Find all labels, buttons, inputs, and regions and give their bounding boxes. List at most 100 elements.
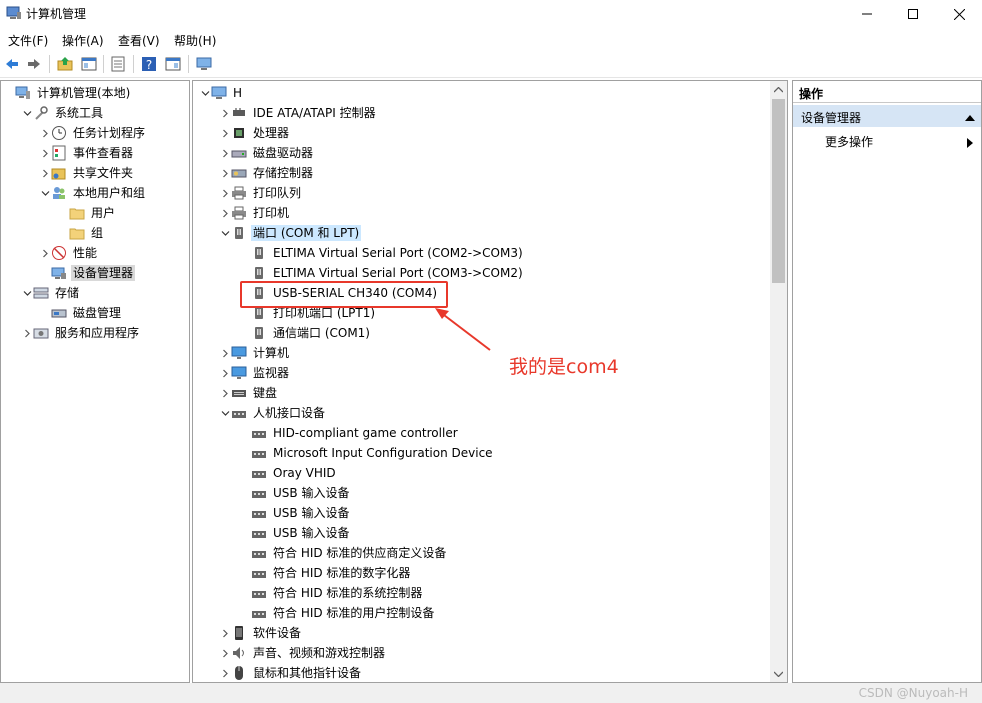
actions-section-device-manager[interactable]: 设备管理器 [793, 105, 981, 127]
device-tree-item[interactable]: 打印机 [219, 203, 291, 223]
device-tree-item[interactable]: USB 输入设备 [239, 503, 351, 523]
device-tree-item[interactable]: 监视器 [219, 363, 291, 383]
expand-right-icon[interactable] [219, 103, 231, 123]
device-tree-item[interactable]: 软件设备 [219, 623, 303, 643]
expand-right-icon[interactable] [219, 623, 231, 643]
device-tree-item[interactable]: 符合 HID 标准的系统控制器 [239, 583, 424, 603]
tree-item[interactable]: 系统工具 [21, 103, 105, 123]
device-tree-item[interactable]: IDE ATA/ATAPI 控制器 [219, 103, 378, 123]
device-tree-item[interactable]: HID-compliant game controller [239, 423, 460, 443]
help-icon[interactable]: ? [139, 54, 159, 74]
device-tree-item[interactable]: 人机接口设备 [219, 403, 327, 423]
collapse-caret-icon[interactable] [965, 111, 975, 125]
console-tree-pane: 计算机管理(本地) 系统工具 任务计划程序 事件查看器 共享文件夹 本地用户和组 用户组性能… [0, 80, 190, 683]
computer-management-app-icon [6, 5, 22, 21]
up-folder-icon[interactable] [55, 54, 75, 74]
device-tree-item[interactable]: ELTIMA Virtual Serial Port (COM3->COM2) [239, 263, 525, 283]
expand-down-icon[interactable] [39, 183, 51, 203]
expand-right-icon[interactable] [219, 383, 231, 403]
show-hide-tree-icon[interactable] [79, 54, 99, 74]
toolbar-separator [103, 55, 104, 73]
device-tree-item[interactable]: ELTIMA Virtual Serial Port (COM2->COM3) [239, 243, 525, 263]
expand-down-icon[interactable] [21, 103, 33, 123]
expand-right-icon[interactable] [219, 363, 231, 383]
expand-down-icon[interactable] [219, 403, 231, 423]
tree-item[interactable]: 组 [57, 223, 105, 243]
device-tree-item[interactable]: 键盘 [219, 383, 279, 403]
expand-right-icon[interactable] [219, 343, 231, 363]
no-expander [239, 443, 251, 463]
tree-item[interactable]: 设备管理器 [39, 263, 136, 283]
more-actions-item[interactable]: 更多操作 [825, 133, 873, 150]
device-tree-item[interactable]: 通信端口 (COM1) [239, 323, 372, 343]
minimize-button[interactable] [844, 0, 890, 28]
menu-help[interactable]: 帮助(H) [174, 32, 216, 49]
expand-right-icon[interactable] [219, 643, 231, 663]
expand-down-icon[interactable] [199, 83, 211, 103]
computer-icon[interactable] [194, 54, 214, 74]
device-tree-item[interactable]: H [199, 83, 244, 103]
scroll-down-arrow-icon[interactable] [770, 665, 787, 682]
expand-right-icon[interactable] [39, 163, 51, 183]
expand-right-icon[interactable] [219, 123, 231, 143]
device-tree-item[interactable]: 符合 HID 标准的用户控制设备 [239, 603, 436, 623]
port-icon [251, 245, 267, 261]
device-tree-item[interactable]: 处理器 [219, 123, 291, 143]
tree-item[interactable]: 本地用户和组 [39, 183, 147, 203]
device-tree-item[interactable]: 磁盘驱动器 [219, 143, 315, 163]
expand-right-icon[interactable] [219, 143, 231, 163]
device-tree-item[interactable]: 打印队列 [219, 183, 303, 203]
expand-right-icon[interactable] [219, 163, 231, 183]
menu-file[interactable]: 文件(F) [8, 32, 48, 49]
actions-section-label: 设备管理器 [801, 111, 862, 125]
hid-icon [251, 465, 267, 481]
tree-item[interactable]: 任务计划程序 [39, 123, 147, 143]
scroll-up-arrow-icon[interactable] [770, 81, 787, 98]
device-tree-item[interactable]: 声音、视频和游戏控制器 [219, 643, 387, 663]
device-tree-item[interactable]: 符合 HID 标准的数字化器 [239, 563, 412, 583]
tree-item[interactable]: 计算机管理(本地) [3, 83, 132, 103]
expand-right-icon[interactable] [39, 143, 51, 163]
expand-right-icon[interactable] [219, 203, 231, 223]
menu-action[interactable]: 操作(A) [62, 32, 104, 49]
expand-right-icon[interactable] [21, 323, 33, 343]
tree-item[interactable]: 服务和应用程序 [21, 323, 141, 343]
maximize-button[interactable] [890, 0, 936, 28]
expand-down-icon[interactable] [21, 283, 33, 303]
properties-icon[interactable] [163, 54, 183, 74]
device-tree-item[interactable]: Oray VHID [239, 463, 338, 483]
device-tree-item[interactable]: USB 输入设备 [239, 483, 351, 503]
tree-item[interactable]: 磁盘管理 [39, 303, 123, 323]
svg-text:?: ? [146, 58, 152, 72]
expand-right-icon[interactable] [39, 123, 51, 143]
device-tree-item[interactable]: 鼠标和其他指针设备 [219, 663, 363, 682]
forward-icon[interactable] [24, 54, 44, 74]
no-expander [239, 263, 251, 283]
tree-item[interactable]: 存储 [21, 283, 81, 303]
expand-right-icon[interactable] [39, 243, 51, 263]
tree-item[interactable]: 用户 [57, 203, 117, 223]
device-tree-item[interactable]: USB 输入设备 [239, 523, 351, 543]
tree-item[interactable]: 事件查看器 [39, 143, 135, 163]
back-icon[interactable] [2, 54, 22, 74]
device-tree-item[interactable]: 存储控制器 [219, 163, 315, 183]
vertical-scrollbar[interactable] [770, 81, 787, 682]
device-tree-item[interactable]: 端口 (COM 和 LPT) [219, 223, 362, 243]
tree-item[interactable]: 性能 [39, 243, 99, 263]
device-tree-item[interactable]: 符合 HID 标准的供应商定义设备 [239, 543, 448, 563]
scroll-thumb[interactable] [772, 99, 785, 283]
tree-item[interactable]: 共享文件夹 [39, 163, 135, 183]
device-tree-item[interactable]: 计算机 [219, 343, 291, 363]
device-tree-item[interactable]: Microsoft Input Configuration Device [239, 443, 495, 463]
expand-right-icon[interactable] [219, 663, 231, 682]
export-list-icon[interactable] [108, 54, 128, 74]
expand-down-icon[interactable] [219, 223, 231, 243]
tree-item-label: 处理器 [253, 126, 290, 140]
menu-view[interactable]: 查看(V) [118, 32, 160, 49]
close-button[interactable] [936, 0, 982, 28]
no-expander [239, 563, 251, 583]
no-expander [239, 503, 251, 523]
tree-item-label: 存储 [55, 286, 80, 300]
hid-icon [251, 525, 267, 541]
expand-right-icon[interactable] [219, 183, 231, 203]
